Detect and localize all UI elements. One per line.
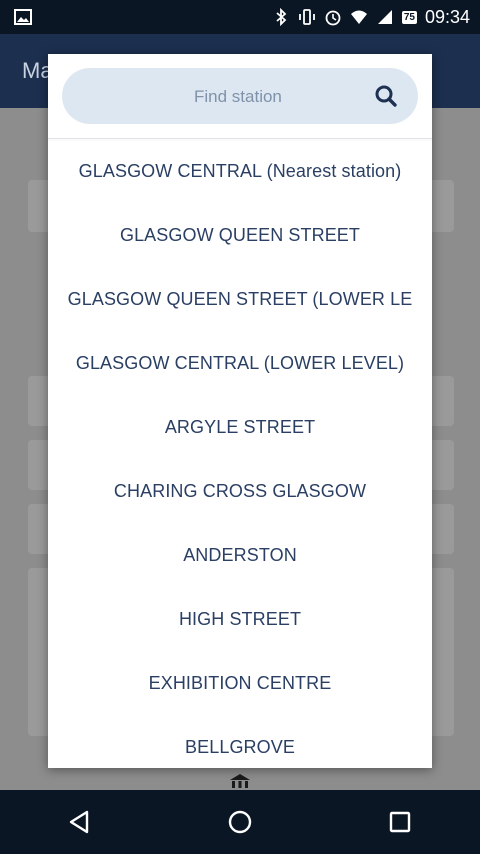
signal-icon: [377, 10, 392, 24]
station-item[interactable]: GLASGOW CENTRAL (Nearest station): [48, 139, 432, 203]
home-button[interactable]: [220, 802, 260, 842]
home-icon: [228, 810, 252, 834]
search-bar: [62, 68, 418, 124]
battery-level: 75: [401, 10, 417, 24]
station-item[interactable]: CHARING CROSS GLASGOW: [48, 459, 432, 523]
back-button[interactable]: [60, 802, 100, 842]
recents-button[interactable]: [380, 802, 420, 842]
station-item[interactable]: BELLGROVE: [48, 715, 432, 779]
station-picker-dialog: GLASGOW CENTRAL (Nearest station) GLASGO…: [48, 54, 432, 768]
alarm-icon: [325, 10, 341, 26]
recents-icon: [389, 811, 411, 833]
station-list: GLASGOW CENTRAL (Nearest station) GLASGO…: [48, 139, 432, 779]
station-item[interactable]: GLASGOW QUEEN STREET (LOWER LE: [48, 267, 432, 331]
image-icon: [14, 9, 32, 25]
bluetooth-icon: [276, 8, 287, 26]
station-item[interactable]: GLASGOW CENTRAL (LOWER LEVEL): [48, 331, 432, 395]
battery-icon: 75: [401, 10, 417, 24]
status-bar: 75 09:34: [0, 0, 480, 34]
station-item[interactable]: EXHIBITION CENTRE: [48, 651, 432, 715]
search-icon[interactable]: [374, 84, 398, 108]
station-item[interactable]: GLASGOW QUEEN STREET: [48, 203, 432, 267]
station-item[interactable]: HIGH STREET: [48, 587, 432, 651]
station-item[interactable]: ARGYLE STREET: [48, 395, 432, 459]
station-building-icon: [230, 774, 250, 788]
wifi-icon: [350, 10, 367, 24]
vibrate-icon: [298, 9, 315, 25]
clock: 09:34: [424, 6, 470, 27]
back-icon: [69, 810, 89, 834]
find-station-input[interactable]: [192, 82, 356, 112]
station-item[interactable]: ANDERSTON: [48, 523, 432, 587]
navigation-bar: [0, 790, 480, 854]
